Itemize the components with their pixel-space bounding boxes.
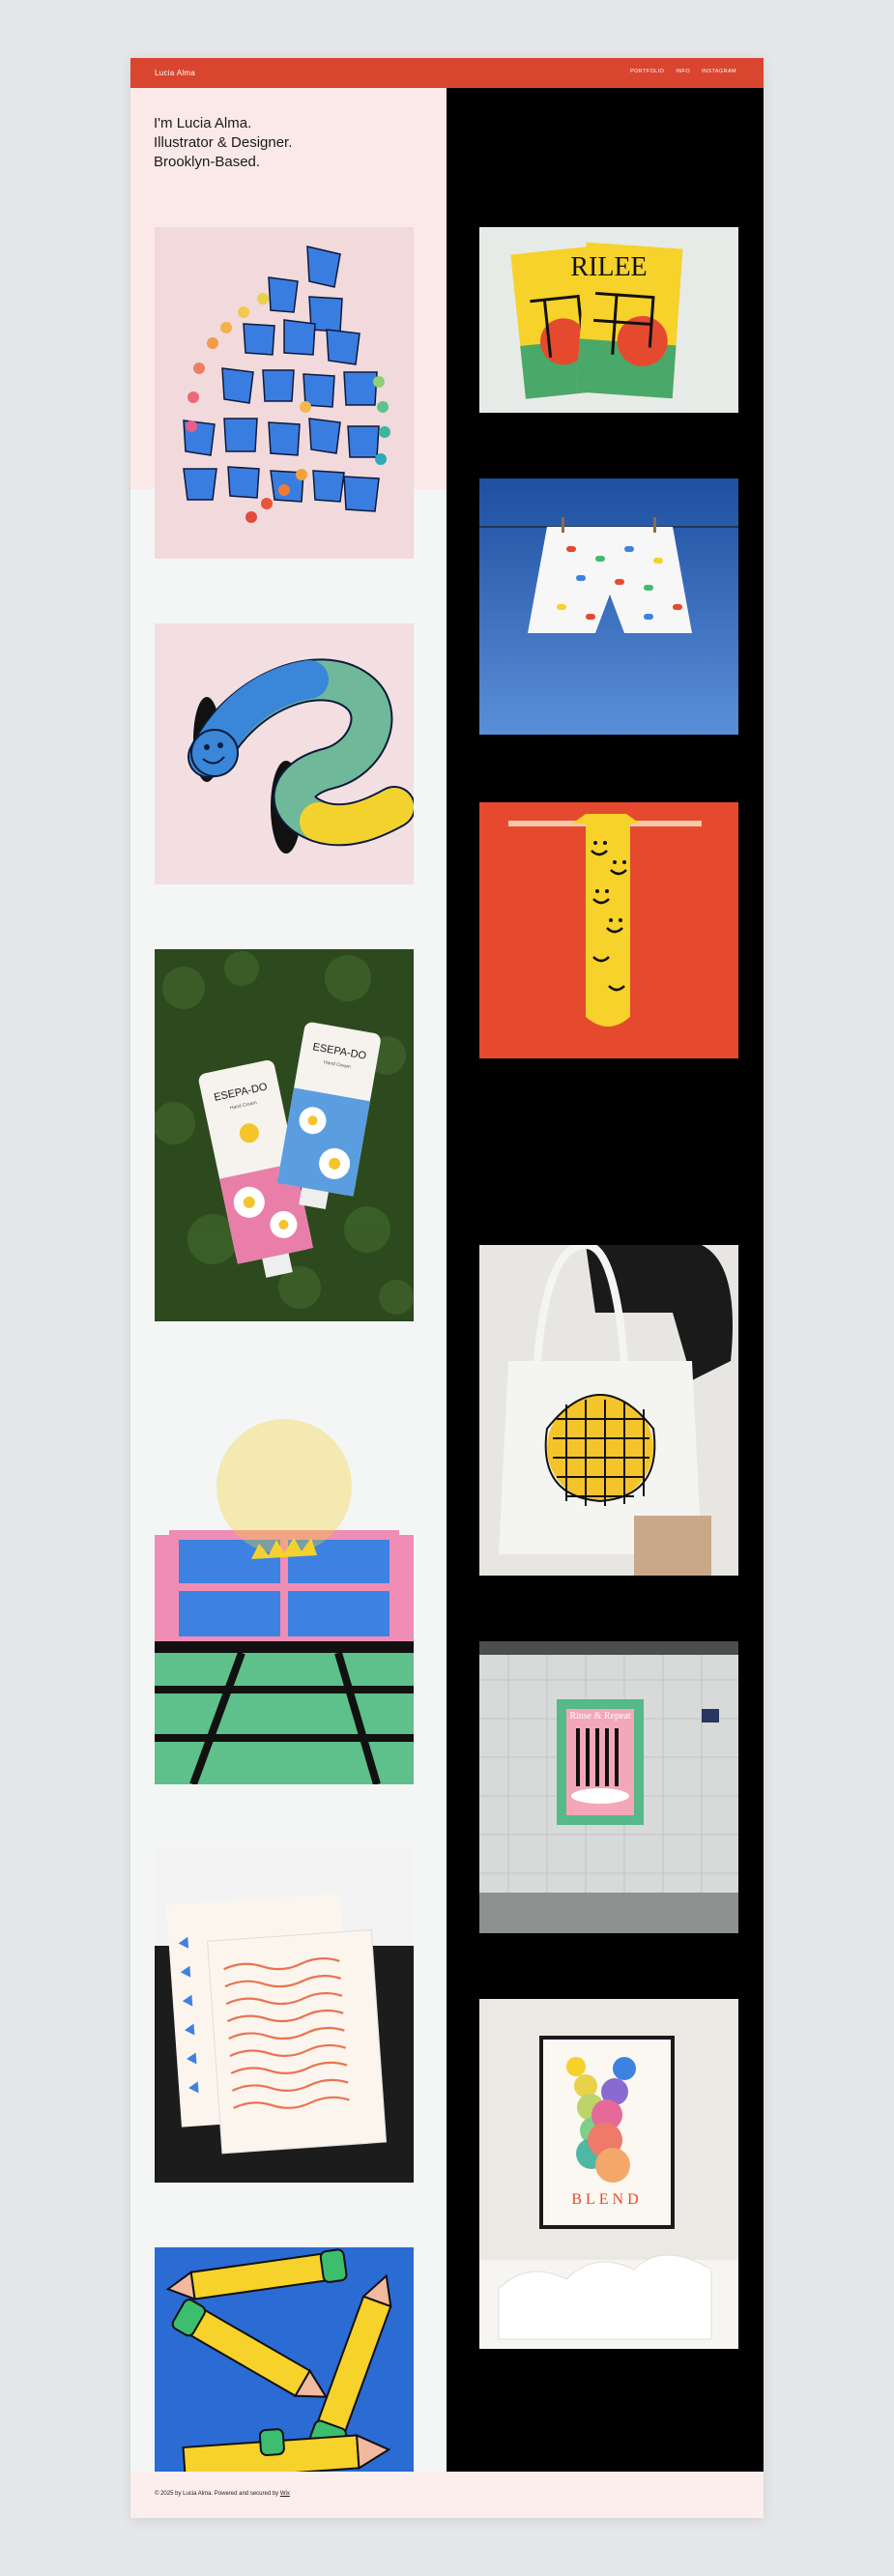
intro-line-location: Brooklyn-Based. [154, 154, 261, 170]
sun-window-artwork [155, 1380, 414, 1784]
nav-instagram[interactable]: INSTAGRAM [702, 69, 736, 74]
rilee-zine-artwork: RILEE [479, 227, 738, 413]
portfolio-item-stacked-cups[interactable] [155, 227, 414, 559]
portfolio-item-subway-poster[interactable]: Rinse & Repeat [479, 1641, 738, 1933]
blend-poster-artwork: BLEND [479, 1999, 738, 2349]
site-footer: © 2025 by Lucia Alma. Powered and secure… [130, 2472, 764, 2518]
smiley-worm-artwork [155, 623, 414, 884]
portfolio-item-hand-cream-tubes[interactable]: ESEPA-DO Hand Cream ESEPA-DO Hand Cream [155, 949, 414, 1321]
portfolio-item-smiley-drip[interactable] [479, 802, 738, 1058]
blend-poster-title: BLEND [571, 2191, 642, 2208]
intro-line-name: I'm Lucia Alma. [154, 115, 252, 131]
portfolio-item-tote-bag[interactable] [479, 1245, 738, 1576]
footer-copyright: © 2025 by Lucia Alma. Powered and secure… [155, 2491, 280, 2497]
subway-poster-artwork: Rinse & Repeat [479, 1641, 738, 1933]
portfolio-item-boxer-shorts[interactable] [479, 478, 738, 735]
portfolio-item-sun-window[interactable] [155, 1380, 414, 1784]
boxer-shorts-artwork [479, 478, 738, 735]
stacked-cups-artwork [155, 227, 414, 559]
nav-portfolio[interactable]: PORTFOLIO [630, 69, 664, 74]
footer-text: © 2025 by Lucia Alma. Powered and secure… [155, 2491, 290, 2497]
site-logo[interactable]: Lucia Alma [155, 69, 195, 77]
tote-bag-artwork [479, 1245, 738, 1576]
wave-prints-artwork [155, 1849, 414, 2183]
pencils-artwork [155, 2247, 414, 2506]
footer-wix-link[interactable]: Wix [280, 2491, 290, 2497]
portfolio-item-rilee-zine[interactable]: RILEE [479, 227, 738, 413]
smiley-drip-artwork [479, 802, 738, 1058]
subway-poster-title: Rinse & Repeat [569, 1711, 631, 1722]
site-header: Lucia Alma PORTFOLIO INFO INSTAGRAM [130, 58, 764, 88]
intro-line-role: Illustrator & Designer. [154, 134, 293, 151]
hand-cream-artwork: ESEPA-DO Hand Cream ESEPA-DO Hand Cream [155, 949, 414, 1321]
portfolio-item-smiley-worm[interactable] [155, 623, 414, 884]
portfolio-item-wave-prints[interactable] [155, 1849, 414, 2183]
main-nav: PORTFOLIO INFO INSTAGRAM [630, 69, 736, 74]
portfolio-item-blend-poster[interactable]: BLEND [479, 1999, 738, 2349]
page-frame: Lucia Alma PORTFOLIO INFO INSTAGRAM I'm … [130, 58, 764, 2518]
portfolio-item-pencils[interactable] [155, 2247, 414, 2506]
zine-title: RILEE [570, 252, 647, 282]
intro-text: I'm Lucia Alma. Illustrator & Designer. … [154, 114, 405, 172]
nav-info[interactable]: INFO [676, 69, 690, 74]
